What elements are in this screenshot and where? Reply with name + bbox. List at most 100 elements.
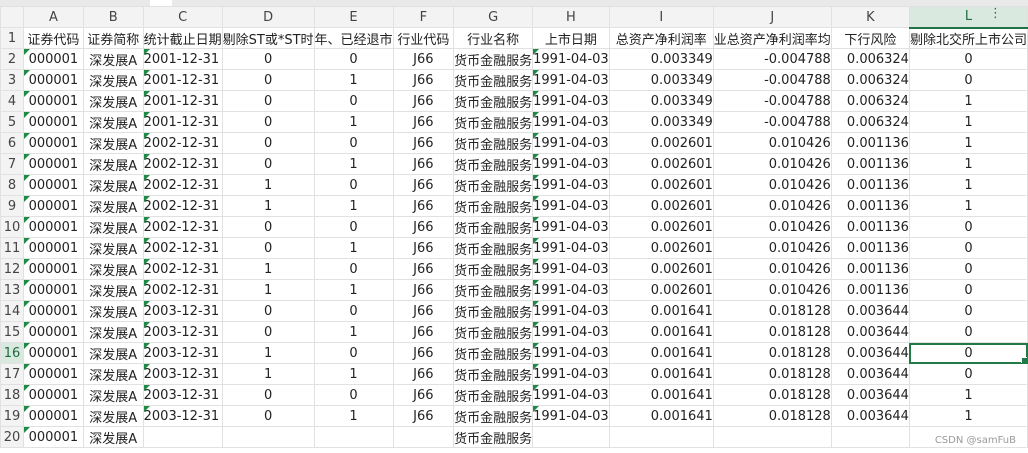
cell-c2[interactable]: 2001-12-31: [142, 48, 223, 70]
cell-b2[interactable]: 深发展A: [82, 48, 144, 70]
row-header-8[interactable]: 8: [0, 174, 24, 196]
cell-f8[interactable]: J66: [392, 174, 455, 196]
cell-i15[interactable]: 0.001641: [608, 321, 714, 343]
column-header-k[interactable]: K: [830, 6, 910, 28]
spreadsheet-grid[interactable]: A B C D E F G H I J K L 1 证券代码 证券简称 统计截止日期剔…: [0, 6, 1028, 448]
row-header-11[interactable]: 11: [0, 237, 24, 259]
cell-g7[interactable]: 货币金融服务: [453, 153, 534, 175]
cell-a16[interactable]: 000001: [23, 342, 84, 364]
cell-a7[interactable]: 000001: [23, 153, 84, 175]
cell-e7[interactable]: 1: [313, 153, 394, 175]
cell-k17[interactable]: 0.003644: [830, 363, 910, 385]
cell-g1[interactable]: 行业名称: [453, 27, 534, 49]
cell-f18[interactable]: J66: [392, 384, 455, 406]
cell-i19[interactable]: 0.001641: [608, 405, 714, 427]
cell-f7[interactable]: J66: [392, 153, 455, 175]
cell-f13[interactable]: J66: [392, 279, 455, 301]
cell-b4[interactable]: 深发展A: [82, 90, 144, 112]
cell-b3[interactable]: 深发展A: [82, 69, 144, 91]
cell-k9[interactable]: 0.001136: [830, 195, 910, 217]
cell-c18[interactable]: 2003-12-31: [142, 384, 223, 406]
cell-c6[interactable]: 2002-12-31: [142, 132, 223, 154]
kebab-menu-icon[interactable]: ⋮: [989, 6, 1002, 21]
cell-d14[interactable]: 0: [221, 300, 315, 322]
cell-a20[interactable]: 000001: [23, 426, 84, 448]
cell-a3[interactable]: 000001: [23, 69, 84, 91]
row-header-13[interactable]: 13: [0, 279, 24, 301]
cell-a4[interactable]: 000001: [23, 90, 84, 112]
cell-h10[interactable]: 1991-04-03: [532, 216, 610, 238]
cell-j6[interactable]: 0.010426: [712, 132, 832, 154]
cell-i8[interactable]: 0.002601: [608, 174, 714, 196]
cell-d9[interactable]: 1: [221, 195, 315, 217]
cell-h20[interactable]: [532, 426, 610, 448]
cell-d8[interactable]: 1: [221, 174, 315, 196]
cell-a10[interactable]: 000001: [23, 216, 84, 238]
cell-l7[interactable]: 1: [908, 153, 1028, 175]
column-header-f[interactable]: F: [392, 6, 455, 28]
cell-k20[interactable]: [830, 426, 910, 448]
cell-c9[interactable]: 2002-12-31: [142, 195, 223, 217]
cell-a13[interactable]: 000001: [23, 279, 84, 301]
cell-h5[interactable]: 1991-04-03: [532, 111, 610, 133]
cell-e13[interactable]: 1: [313, 279, 394, 301]
cell-i2[interactable]: 0.003349: [608, 48, 714, 70]
cell-k1[interactable]: 下行风险: [830, 27, 910, 49]
row-header-12[interactable]: 12: [0, 258, 24, 280]
column-header-d[interactable]: D: [221, 6, 315, 28]
cell-a9[interactable]: 000001: [23, 195, 84, 217]
cell-l1[interactable]: 剔除北交所上市公司: [908, 27, 1028, 49]
cell-d20[interactable]: [221, 426, 315, 448]
cell-i14[interactable]: 0.001641: [608, 300, 714, 322]
cell-g3[interactable]: 货币金融服务: [453, 69, 534, 91]
cell-g9[interactable]: 货币金融服务: [453, 195, 534, 217]
cell-e16[interactable]: 0: [313, 342, 394, 364]
cell-c14[interactable]: 2003-12-31: [142, 300, 223, 322]
cell-l18[interactable]: 1: [908, 384, 1028, 406]
cell-c3[interactable]: 2001-12-31: [142, 69, 223, 91]
cell-k15[interactable]: 0.003644: [830, 321, 910, 343]
cell-e3[interactable]: 1: [313, 69, 394, 91]
cell-i1[interactable]: 总资产净利润率: [608, 27, 714, 49]
cell-a8[interactable]: 000001: [23, 174, 84, 196]
row-header-18[interactable]: 18: [0, 384, 24, 406]
cell-b14[interactable]: 深发展A: [82, 300, 144, 322]
cell-h7[interactable]: 1991-04-03: [532, 153, 610, 175]
cell-k16[interactable]: 0.003644: [830, 342, 910, 364]
cell-i13[interactable]: 0.002601: [608, 279, 714, 301]
cell-f11[interactable]: J66: [392, 237, 455, 259]
selected-cell[interactable]: 0: [908, 342, 1028, 364]
cell-j8[interactable]: 0.010426: [712, 174, 832, 196]
cell-b7[interactable]: 深发展A: [82, 153, 144, 175]
cell-d12[interactable]: 1: [221, 258, 315, 280]
cell-g4[interactable]: 货币金融服务: [453, 90, 534, 112]
row-header-14[interactable]: 14: [0, 300, 24, 322]
cell-b19[interactable]: 深发展A: [82, 405, 144, 427]
cell-a17[interactable]: 000001: [23, 363, 84, 385]
cell-l3[interactable]: 0: [908, 69, 1028, 91]
column-header-l[interactable]: L: [908, 6, 1028, 29]
cell-f4[interactable]: J66: [392, 90, 455, 112]
cell-k13[interactable]: 0.001136: [830, 279, 910, 301]
row-header-1[interactable]: 1: [0, 27, 24, 49]
cell-g14[interactable]: 货币金融服务: [453, 300, 534, 322]
column-header-a[interactable]: A: [23, 6, 84, 28]
cell-b18[interactable]: 深发展A: [82, 384, 144, 406]
cell-b17[interactable]: 深发展A: [82, 363, 144, 385]
cell-c19[interactable]: 2003-12-31: [142, 405, 223, 427]
row-header-17[interactable]: 17: [0, 363, 24, 385]
cell-i12[interactable]: 0.002601: [608, 258, 714, 280]
cell-e12[interactable]: 0: [313, 258, 394, 280]
cell-h17[interactable]: 1991-04-03: [532, 363, 610, 385]
cell-k8[interactable]: 0.001136: [830, 174, 910, 196]
cell-b20[interactable]: 深发展A: [82, 426, 144, 448]
cell-l17[interactable]: 0: [908, 363, 1028, 385]
cell-i3[interactable]: 0.003349: [608, 69, 714, 91]
cell-h12[interactable]: 1991-04-03: [532, 258, 610, 280]
row-header-3[interactable]: 3: [0, 69, 24, 91]
cell-i5[interactable]: 0.003349: [608, 111, 714, 133]
cell-f15[interactable]: J66: [392, 321, 455, 343]
cell-e4[interactable]: 0: [313, 90, 394, 112]
cell-e15[interactable]: 1: [313, 321, 394, 343]
cell-e11[interactable]: 1: [313, 237, 394, 259]
